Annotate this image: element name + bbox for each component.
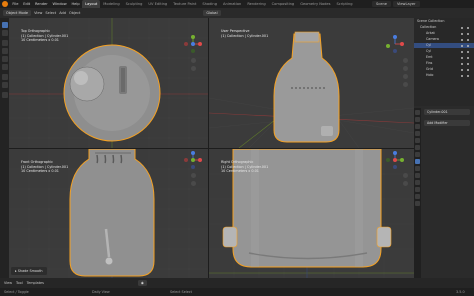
outliner: Scene Collection Collection Arkat Camera… [414,18,474,106]
operator-redo-panel[interactable]: ▸ Shade Smooth [11,267,47,275]
object-menu[interactable]: Object [69,11,80,15]
move-tool-icon[interactable] [1,40,8,46]
transform-tool-icon[interactable] [1,64,8,70]
view-menu[interactable]: View [34,11,42,15]
status-bar: Select / Toggle Daily View Select Select… [0,288,474,296]
viewport-info-right: Right Orthographic (1) Collection | Cylin… [221,160,269,174]
add-menu[interactable]: Add [59,11,66,15]
timeline-view-menu[interactable]: View [4,281,12,285]
tab-sculpting[interactable]: Sculpting [123,0,146,8]
pan-hand-icon[interactable] [191,181,196,186]
menu-edit[interactable]: Edit [21,0,33,8]
tool-tab-icon[interactable] [415,110,420,115]
toolbar [0,18,9,278]
status-middle: Daily View [92,290,110,294]
zoom-icon[interactable] [191,58,196,63]
timeline-header: View Tool Templates ◉ [0,278,474,288]
outliner-scene-collection[interactable]: Scene Collection [414,19,474,24]
tab-layout[interactable]: Layout [82,0,101,8]
rotate-tool-icon[interactable] [1,48,8,54]
view-layer-field[interactable]: ViewLayer [392,1,420,7]
orientation-dropdown[interactable]: Global [203,10,221,16]
view-layer-tab-icon[interactable] [415,131,420,136]
viewport-top-orthographic[interactable]: Top Orthographic (1) Collection | Cylinde… [9,18,208,148]
data-tab-icon[interactable] [415,187,420,192]
scene-selectors: Scene ViewLayer [372,0,420,8]
pan-hand-icon[interactable] [403,181,408,186]
scene-field[interactable]: Scene [372,1,391,7]
timeline-tool-menu[interactable]: Tool [16,281,23,285]
viewport-front-orthographic[interactable]: Front Orthographic (1) Collection | Cylin… [9,149,208,278]
viewport-header: Object Mode View Select Add Object Globa… [0,8,414,18]
blender-logo-icon[interactable] [2,1,8,7]
scene-tab-icon[interactable] [415,138,420,143]
select-tool-icon[interactable] [1,22,8,28]
tab-rendering[interactable]: Rendering [244,0,268,8]
camera-view-icon[interactable] [403,74,408,79]
modifier-tab-icon[interactable] [415,159,420,164]
constraints-tab-icon[interactable] [415,180,420,185]
perspective-toggle-icon[interactable] [403,82,408,87]
status-version: 3.5.0 [456,290,465,294]
output-tab-icon[interactable] [415,124,420,129]
tab-texture-paint[interactable]: Texture Paint [170,0,199,8]
tab-scripting[interactable]: Scripting [334,0,356,8]
physics-tab-icon[interactable] [415,173,420,178]
object-name-field[interactable]: Cylinder.001 [424,109,470,115]
material-tab-icon[interactable] [415,194,420,199]
timeline-templates-menu[interactable]: Templates [27,281,44,285]
viewport-right-orthographic[interactable]: Right Orthographic (1) Collection | Cylin… [209,149,414,278]
particles-tab-icon[interactable] [415,166,420,171]
bottle-perspective[interactable] [273,31,340,143]
tab-uv-editing[interactable]: UV Editing [145,0,170,8]
tab-shading[interactable]: Shading [199,0,220,8]
texture-tab-icon[interactable] [415,201,420,206]
viewport-info-perspective: User Perspective (1) Collection | Cylinde… [221,29,269,38]
navigation-gizmo[interactable] [184,151,202,169]
world-tab-icon[interactable] [415,145,420,150]
status-middle-2: Select Select [170,290,192,294]
tab-compositing[interactable]: Compositing [269,0,298,8]
timeline-field[interactable]: ◉ [137,280,147,286]
select-menu[interactable]: Select [45,11,56,15]
measure-tool-icon[interactable] [1,82,8,88]
menu-file[interactable]: File [10,0,21,8]
pan-hand-icon[interactable] [191,66,196,71]
mode-dropdown[interactable]: Object Mode [3,10,32,16]
zoom-icon[interactable] [191,173,196,178]
viewport-user-perspective[interactable]: User Perspective (1) Collection | Cylinde… [209,18,414,148]
bottle-front-view[interactable] [69,149,155,277]
bottle-top-view[interactable] [63,44,161,142]
object-tab-icon[interactable] [415,152,420,157]
properties-tabs [414,108,421,278]
scale-tool-icon[interactable] [1,56,8,62]
cursor-tool-icon[interactable] [1,30,8,36]
viewport-info-front: Front Orthographic (1) Collection | Cylin… [21,160,69,174]
visibility-toggles[interactable] [458,25,472,79]
pan-hand-icon[interactable] [403,66,408,71]
zoom-icon[interactable] [403,173,408,178]
navigation-gizmo[interactable] [184,35,202,53]
navigation-gizmo[interactable] [386,35,404,53]
status-left: Select / Toggle [4,290,29,294]
tab-geometry-nodes[interactable]: Geometry Nodes [297,0,333,8]
menu-window[interactable]: Window [50,0,69,8]
properties-editor: Cylinder.001 Add Modifier [414,106,474,278]
menu-help[interactable]: Help [69,0,82,8]
annotate-tool-icon[interactable] [1,74,8,80]
tab-animation[interactable]: Animation [220,0,244,8]
navigation-gizmo[interactable] [386,151,404,169]
render-tab-icon[interactable] [415,117,420,122]
operator-label: Shade Smooth [17,269,43,273]
add-modifier-button[interactable]: Add Modifier [424,120,470,126]
outliner-header [414,8,474,18]
viewport-info-top: Top Orthographic (1) Collection | Cylinde… [21,29,69,43]
zoom-icon[interactable] [403,58,408,63]
tab-modeling[interactable]: Modeling [100,0,122,8]
add-cube-tool-icon[interactable] [1,92,8,98]
menu-render[interactable]: Render [33,0,51,8]
